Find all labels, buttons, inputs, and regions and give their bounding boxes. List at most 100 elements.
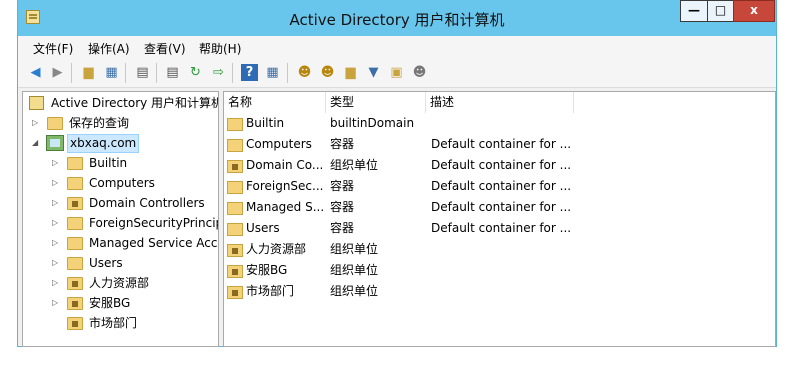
list-row[interactable]: Builtin builtinDomain [224,113,775,134]
tree-item-label: 市场部门 [89,316,138,330]
folder-icon [227,223,243,236]
folder-icon [67,257,83,270]
folder-icon [67,177,83,190]
column-header-type[interactable]: 类型 [326,92,426,113]
column-header-name[interactable]: 名称 [224,92,326,113]
ou-icon[interactable]: ▆ [342,64,359,81]
folder-icon [67,157,83,170]
cell-type: 组织单位 [330,242,379,256]
cell-type: builtinDomain [330,116,415,130]
toolbar-separator [232,63,233,83]
export-list-icon[interactable]: ▤ [164,64,181,81]
cell-name: 人力资源部 [246,242,307,256]
cell-type: 容器 [330,179,355,193]
menu-help[interactable]: 帮助(H) [199,40,241,57]
ou-folder-icon [227,265,243,278]
expand-icon[interactable]: ▷ [32,113,42,133]
list-row[interactable]: Domain Co... 组织单位 Default container for ..… [224,155,775,176]
list-row[interactable]: 安服BG 组织单位 [224,260,775,281]
back-icon[interactable]: ◀ [27,64,44,81]
title-bar[interactable]: Active Directory 用户和计算机 — □ x [18,0,776,36]
tree-item-label: Domain Controllers [89,196,205,210]
folder-icon [227,118,243,131]
toolbar-separator [71,63,72,83]
forward-icon[interactable]: ▶ [49,64,66,81]
expand-icon[interactable]: ▷ [52,153,62,173]
delegate-icon[interactable]: ☻ [411,64,428,81]
tree-item-label: Users [89,256,123,270]
cell-type: 组织单位 [330,284,379,298]
view-icon[interactable]: ▦ [264,64,281,81]
properties-icon[interactable]: ▤ [134,64,151,81]
domain-icon [46,135,64,151]
expand-icon[interactable]: ▷ [52,273,62,293]
expand-icon[interactable]: ▷ [52,233,62,253]
toolbar: ◀ ▶ ▆ ▦ ▤ ▤ ↻ ⇨ ? ▦ ☻ ☻ ▆ ▼ ▣ ☻ [18,58,776,88]
cell-description: Default container for ... [431,200,572,214]
folder-icon [227,139,243,152]
minimize-button[interactable]: — [680,0,708,22]
window-title: Active Directory 用户和计算机 [289,11,505,29]
tree-item-label: Computers [89,176,155,190]
cell-name: Users [246,221,280,235]
ou-folder-icon [67,197,83,210]
cell-type: 组织单位 [330,158,379,172]
expand-icon[interactable]: ▷ [52,293,62,313]
filter-icon[interactable]: ▼ [365,64,382,81]
column-header-description[interactable]: 描述 [426,92,574,113]
list-row[interactable]: ForeignSec... 容器 Default container for ... [224,176,775,197]
list-row[interactable]: Computers 容器 Default container for ... [224,134,775,155]
folder-icon [227,202,243,215]
help-icon[interactable]: ? [241,64,258,81]
tree-root-label: Active Directory 用户和计算机 [51,96,219,110]
tree-item-label: 人力资源部 [89,276,150,290]
user-icon[interactable]: ☻ [296,64,313,81]
cell-name: Managed S... [246,200,324,214]
expand-icon[interactable]: ▷ [52,193,62,213]
expand-icon[interactable]: ▷ [52,173,62,193]
cell-name: Domain Co... [246,158,324,172]
cell-description: Default container for ... [431,137,572,151]
maximize-button[interactable]: □ [707,0,734,22]
menu-view[interactable]: 查看(V) [144,40,186,57]
expand-icon[interactable]: ▷ [52,213,62,233]
cell-type: 容器 [330,200,355,214]
tree-item-label: 保存的查询 [69,116,130,130]
group-icon[interactable]: ☻ [319,64,336,81]
menu-file[interactable]: 文件(F) [33,40,73,57]
cell-type: 容器 [330,221,355,235]
folder-icon [67,237,83,250]
snapin-root-icon [29,96,44,110]
cell-description: Default container for ... [431,158,572,172]
cell-name: ForeignSec... [246,179,324,193]
cell-type: 组织单位 [330,263,379,277]
show-tree-icon[interactable]: ▦ [103,64,120,81]
cell-name: 市场部门 [246,284,295,298]
folder-icon [227,181,243,194]
cell-name: Builtin [246,116,285,130]
expand-icon[interactable]: ▷ [52,253,62,273]
find-icon[interactable]: ▣ [388,64,405,81]
details-list[interactable]: 名称 类型 描述 Builtin builtinDomain Computers 容器… [223,91,776,347]
cell-type: 容器 [330,137,355,151]
cell-description: Default container for ... [431,179,572,193]
list-row[interactable]: Managed S... 容器 Default container for ... [224,197,775,218]
list-row[interactable]: Users 容器 Default container for ... [224,218,775,239]
export-icon[interactable]: ⇨ [210,64,227,81]
list-row[interactable]: 人力资源部 组织单位 [224,239,775,260]
up-folder-icon[interactable]: ▆ [80,64,97,81]
ou-folder-icon [227,244,243,257]
menu-action[interactable]: 操作(A) [88,40,130,57]
close-button[interactable]: x [733,0,775,22]
folder-icon [47,117,63,130]
list-row[interactable]: 市场部门 组织单位 [224,281,775,302]
cell-name: Computers [246,137,312,151]
tree-item-label: Builtin [89,156,128,170]
tree-item-label: ForeignSecurityPrincipa [89,216,219,230]
refresh-icon[interactable]: ↻ [187,64,204,81]
console-tree[interactable]: Active Directory 用户和计算机 ▷ 保存的查询 ◢ xbxaq.… [22,91,219,347]
ou-folder-icon [227,286,243,299]
collapse-icon[interactable]: ◢ [32,133,42,153]
toolbar-separator [125,63,126,83]
ou-folder-icon [67,317,83,330]
